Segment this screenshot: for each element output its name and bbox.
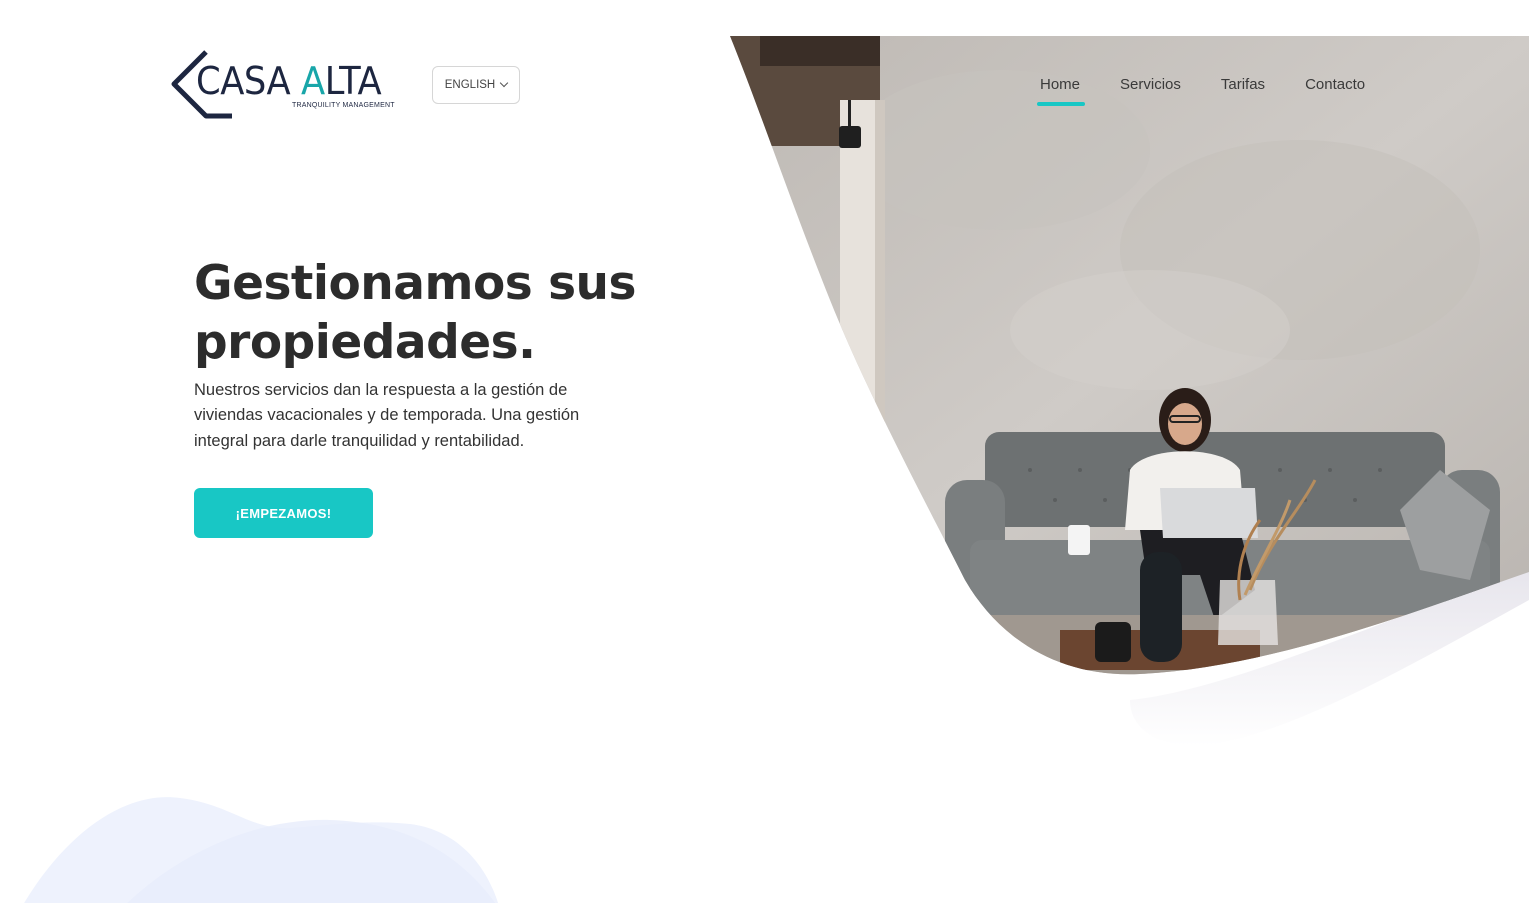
hero-title-line2: propiedades.	[194, 315, 536, 370]
start-button[interactable]: ¡EMPEZAMOS!	[194, 488, 373, 538]
logo-wordmark: CASA ALTA	[196, 59, 382, 103]
nav-item-contacto[interactable]: Contacto	[1305, 74, 1365, 103]
language-selector[interactable]: ENGLISH	[432, 66, 520, 104]
nav-item-home[interactable]: Home	[1036, 74, 1086, 106]
decorative-blob	[24, 797, 498, 903]
nav-item-servicios[interactable]: Servicios	[1120, 74, 1181, 103]
hero-title-line1: Gestionamos sus	[194, 256, 636, 311]
language-selector-label: ENGLISH	[444, 79, 496, 91]
logo-tagline: TRANQUILITY MANAGEMENT	[292, 102, 395, 109]
hero-title: Gestionamos sus propiedades.	[194, 254, 664, 372]
chevron-down-icon	[500, 78, 509, 88]
nav-item-tarifas[interactable]: Tarifas	[1221, 74, 1265, 103]
hero-description: Nuestros servicios dan la respuesta a la…	[194, 381, 580, 450]
casa-alta-logo[interactable]: CASA ALTA TRANQUILITY MANAGEMENT	[168, 48, 408, 122]
main-nav: Home Servicios Tarifas Contacto	[1036, 74, 1365, 106]
